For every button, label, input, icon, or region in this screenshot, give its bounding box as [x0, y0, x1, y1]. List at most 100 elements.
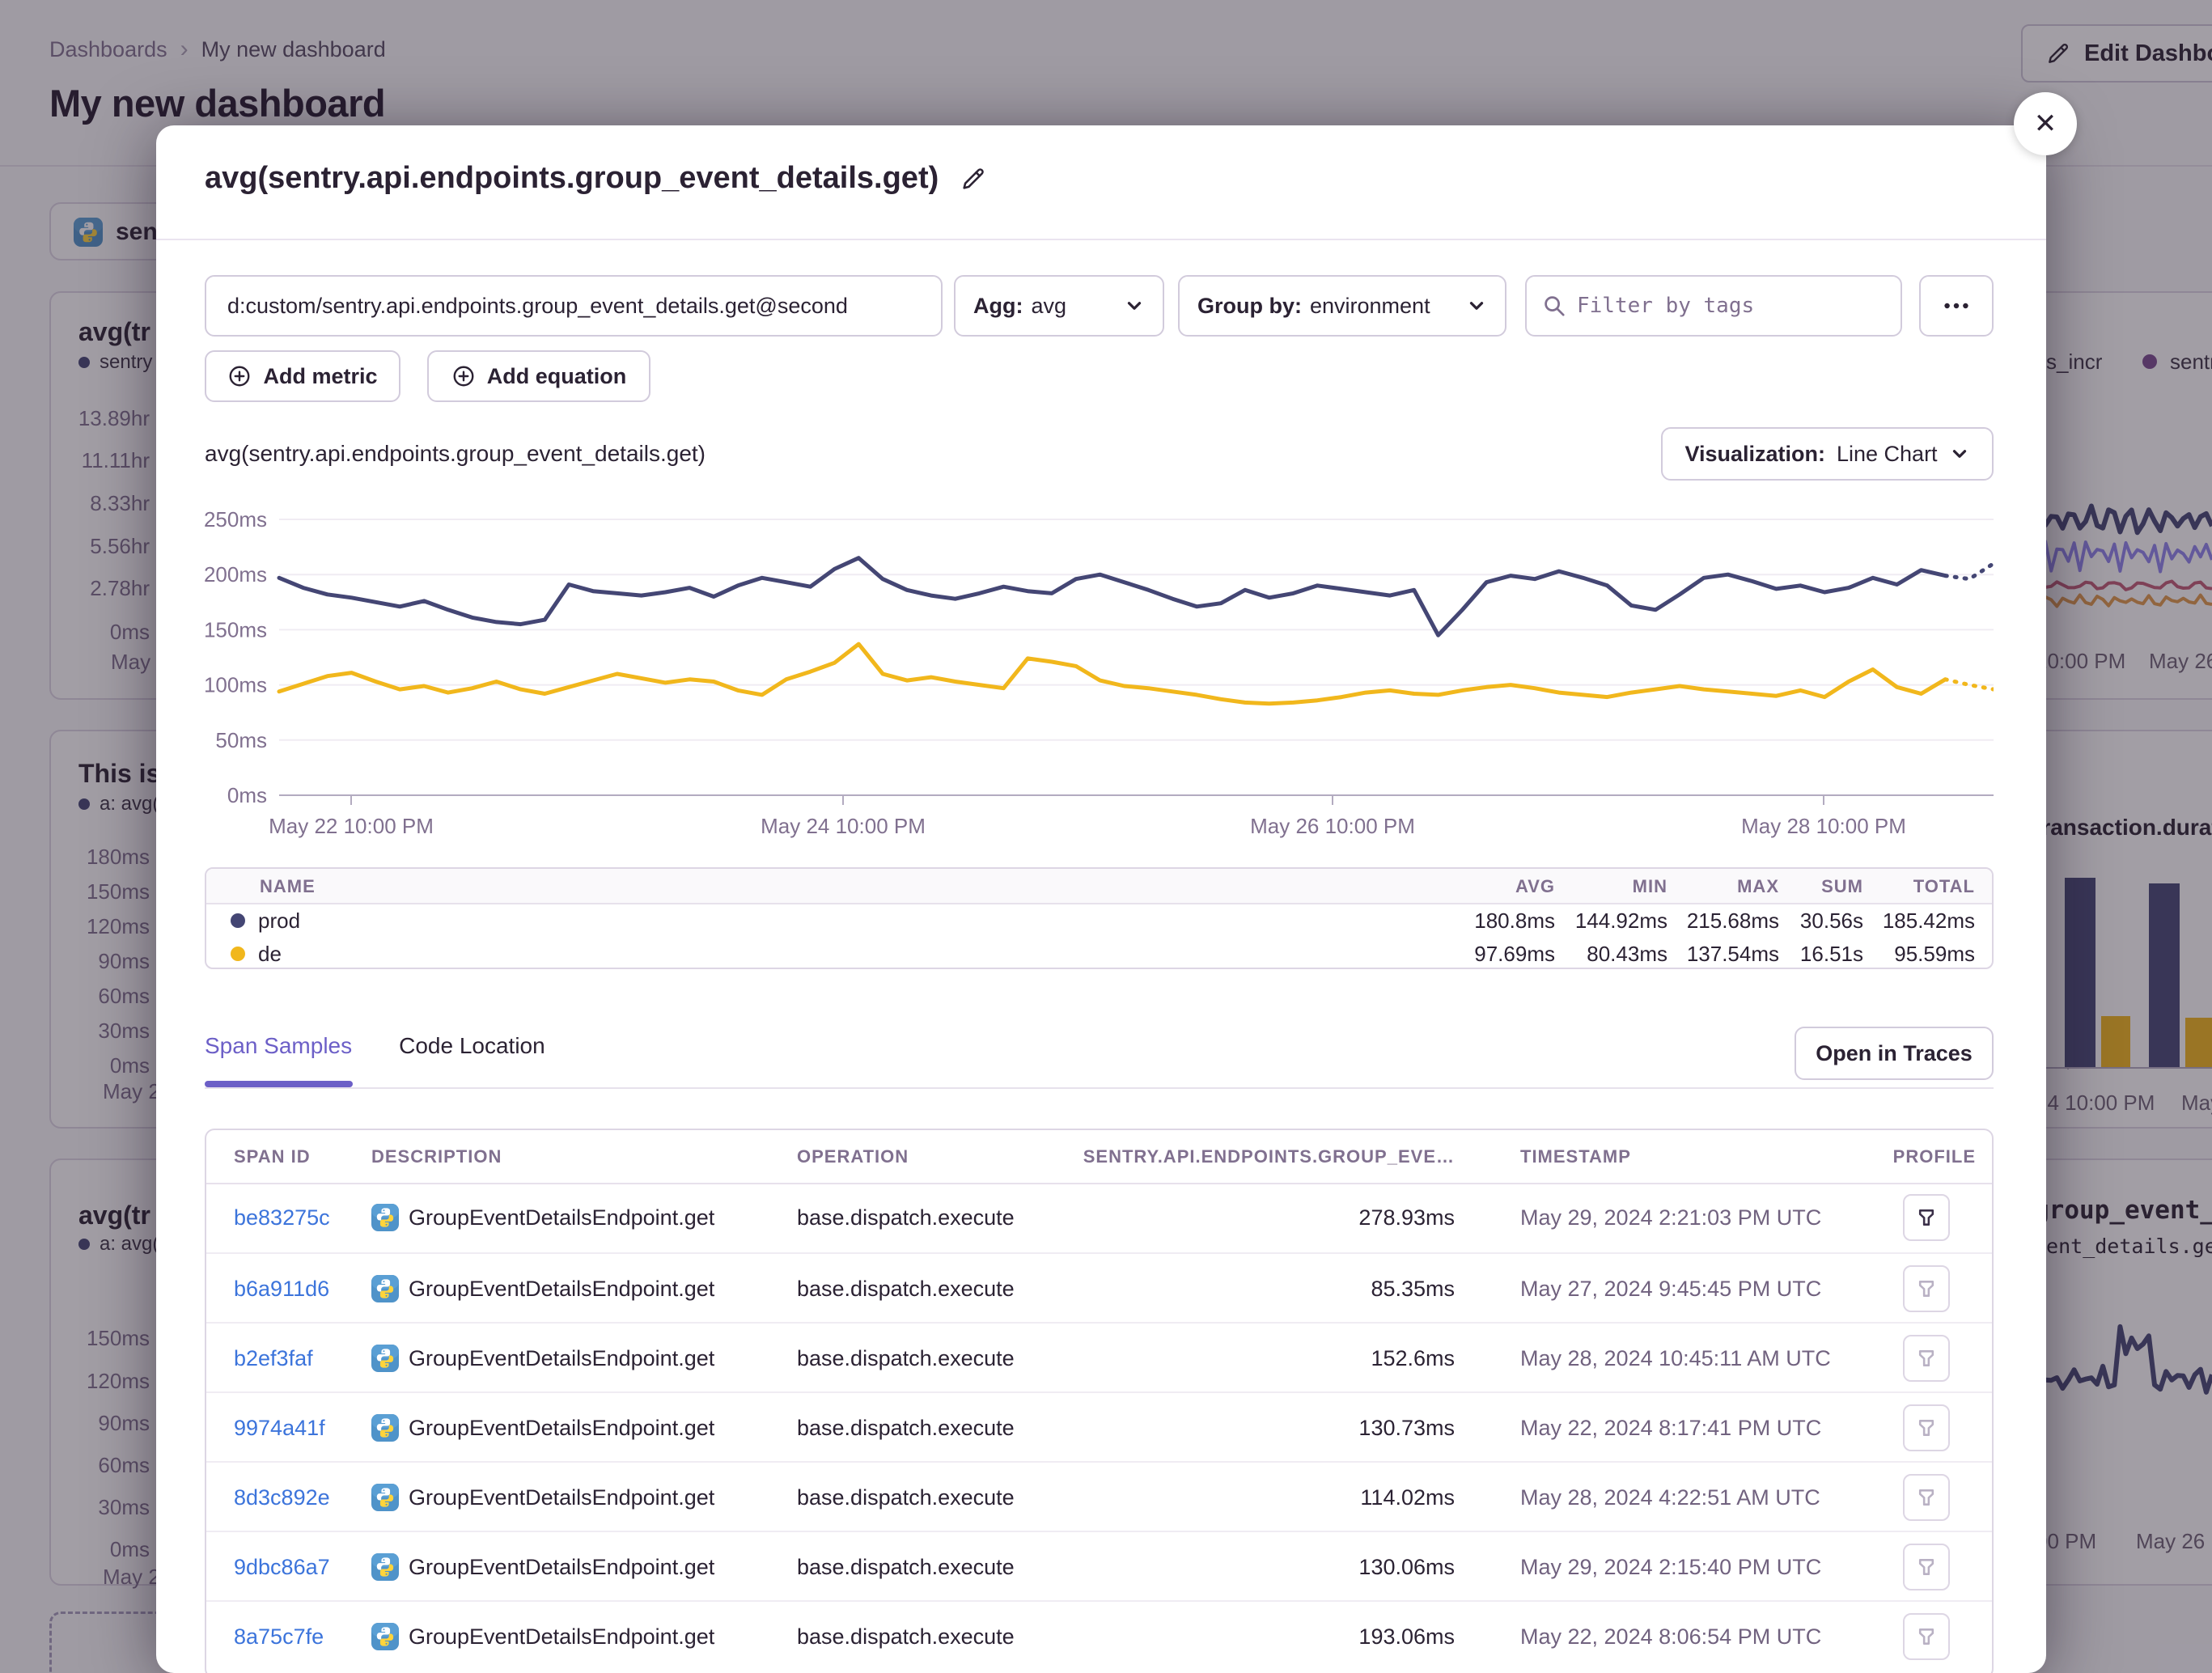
series-name: de — [258, 942, 282, 967]
y-axis-tick-label: 250ms — [205, 507, 267, 532]
span-duration-value: 85.35ms — [1371, 1277, 1455, 1302]
group-by-select[interactable]: Group by: environment — [1178, 275, 1506, 337]
samples-col-header: PROFILE — [1893, 1146, 1976, 1167]
group-by-label: Group by: — [1197, 294, 1302, 319]
plus-circle-icon — [451, 364, 476, 388]
span-operation: base.dispatch.execute — [797, 1624, 1015, 1650]
summary-col-name: NAME — [260, 876, 316, 897]
x-axis-tick-label: May 28 10:00 PM — [1741, 814, 1906, 838]
overflow-menu-button[interactable] — [1919, 275, 1994, 337]
python-icon — [371, 1275, 399, 1302]
metric-query-field[interactable]: d:custom/sentry.api.endpoints.group_even… — [205, 275, 943, 337]
span-operation: base.dispatch.execute — [797, 1485, 1015, 1510]
profile-button[interactable] — [1903, 1335, 1950, 1382]
span-sample-row: 8a75c7feGroupEventDetailsEndpoint.getbas… — [206, 1600, 1992, 1671]
python-icon — [371, 1414, 399, 1442]
span-sample-row: be83275c GroupEventDetailsEndpoint.get bas… — [206, 1183, 1992, 1252]
y-axis-tick-label: 100ms — [205, 673, 267, 697]
series-sum: 16.51s — [1800, 942, 1863, 967]
agg-value: avg — [1031, 294, 1066, 319]
span-id-link[interactable]: 8a75c7fe — [234, 1624, 324, 1650]
chevron-down-icon — [1466, 295, 1487, 316]
span-operation: base.dispatch.execute — [797, 1346, 1015, 1371]
summary-col-max: MAX — [1737, 876, 1779, 897]
samples-col-header: SENTRY.API.ENDPOINTS.GROUP_EVE… — [1083, 1146, 1455, 1167]
span-description: GroupEventDetailsEndpoint.get — [409, 1205, 714, 1230]
group-by-value: environment — [1310, 294, 1430, 319]
python-icon — [371, 1484, 399, 1511]
samples-col-header: TIMESTAMP — [1520, 1146, 1631, 1167]
tab-code-location[interactable]: Code Location — [399, 1033, 545, 1082]
series-min: 144.92ms — [1575, 909, 1667, 934]
filter-by-tags-input[interactable] — [1575, 293, 1886, 319]
span-duration-value: 193.06ms — [1358, 1624, 1455, 1650]
modal-title: avg(sentry.api.endpoints.group_event_det… — [205, 161, 939, 196]
span-timestamp: May 29, 2024 2:15:40 PM UTC — [1520, 1555, 1821, 1580]
series-color-dot — [231, 913, 245, 928]
samples-col-header: SPAN ID — [234, 1146, 311, 1167]
python-icon — [371, 1345, 399, 1372]
samples-col-header: DESCRIPTION — [371, 1146, 502, 1167]
span-samples-table: SPAN IDDESCRIPTIONOPERATIONSENTRY.API.EN… — [205, 1129, 1994, 1673]
span-duration-value: 114.02ms — [1360, 1485, 1455, 1510]
metric-line-chart: 0ms50ms100ms150ms200ms250msMay 22 10:00 … — [205, 498, 1994, 845]
span-id-link[interactable]: 8d3c892e — [234, 1485, 330, 1510]
profile-button[interactable] — [1903, 1613, 1950, 1660]
span-operation: base.dispatch.execute — [797, 1416, 1015, 1441]
chart-title: avg(sentry.api.endpoints.group_event_det… — [205, 441, 706, 467]
tab-bar: Span Samples Code Location — [205, 1033, 545, 1082]
tab-bar-divider — [205, 1087, 1994, 1089]
profile-button[interactable] — [1903, 1404, 1950, 1451]
profile-button[interactable] — [1903, 1265, 1950, 1312]
span-description: GroupEventDetailsEndpoint.get — [409, 1277, 714, 1302]
span-id-link[interactable]: 9dbc86a7 — [234, 1555, 330, 1580]
close-icon[interactable]: ✕ — [2014, 92, 2077, 155]
summary-col-avg: AVG — [1515, 876, 1555, 897]
visualization-select[interactable]: Visualization: Line Chart — [1661, 427, 1994, 481]
y-axis-tick-label: 150ms — [205, 617, 267, 642]
span-description: GroupEventDetailsEndpoint.get — [409, 1346, 714, 1371]
span-sample-row: b6a911d6GroupEventDetailsEndpoint.getbas… — [206, 1252, 1992, 1324]
span-timestamp: May 28, 2024 10:45:11 AM UTC — [1520, 1346, 1831, 1371]
edit-title-pencil-icon[interactable] — [960, 165, 987, 193]
samples-header-row: SPAN IDDESCRIPTIONOPERATIONSENTRY.API.EN… — [206, 1130, 1992, 1184]
span-id-link[interactable]: b2ef3faf — [234, 1346, 313, 1371]
aggregation-select[interactable]: Agg: avg — [954, 275, 1164, 337]
add-equation-button[interactable]: Add equation — [427, 350, 650, 402]
python-icon — [371, 1553, 399, 1581]
profile-button[interactable] — [1903, 1544, 1950, 1590]
span-id-link[interactable]: b6a911d6 — [234, 1277, 329, 1302]
span-description: GroupEventDetailsEndpoint.get — [409, 1416, 714, 1441]
span-operation: base.dispatch.execute — [797, 1555, 1015, 1580]
open-in-traces-button[interactable]: Open in Traces — [1795, 1027, 1994, 1080]
python-icon — [371, 1623, 399, 1650]
summary-row-prod: prod180.8ms144.92ms215.68ms30.56s185.42m… — [206, 903, 1992, 936]
span-id-link[interactable]: be83275c — [234, 1205, 330, 1230]
add-equation-label: Add equation — [487, 364, 626, 389]
visualization-label: Visualization: — [1684, 442, 1825, 467]
add-metric-label: Add metric — [263, 364, 377, 389]
profile-button[interactable] — [1903, 1194, 1950, 1241]
series-sum: 30.56s — [1800, 909, 1863, 934]
visualization-value: Line Chart — [1837, 442, 1938, 467]
y-axis-tick-label: 50ms — [215, 728, 267, 752]
y-axis-tick-label: 200ms — [205, 562, 267, 587]
agg-label: Agg: — [973, 294, 1023, 319]
summary-header-row: NAMEAVGMINMAXSUMTOTAL — [206, 869, 1992, 904]
span-description: GroupEventDetailsEndpoint.get — [409, 1555, 714, 1580]
series-color-dot — [231, 947, 245, 961]
modal-header: avg(sentry.api.endpoints.group_event_det… — [205, 161, 987, 196]
add-metric-button[interactable]: Add metric — [205, 350, 400, 402]
series-max: 215.68ms — [1687, 909, 1779, 934]
x-axis-tick-label: May 22 10:00 PM — [269, 814, 434, 838]
span-id-link[interactable]: 9974a41f — [234, 1416, 325, 1441]
span-operation: base.dispatch.execute — [797, 1205, 1015, 1230]
span-sample-row: 9974a41f GroupEventDetailsEndpoint.get bas… — [206, 1391, 1992, 1463]
series-name: prod — [258, 909, 300, 934]
tab-span-samples[interactable]: Span Samples — [205, 1033, 352, 1082]
filter-by-tags-field[interactable] — [1525, 275, 1902, 337]
x-axis-tick-label: May 26 10:00 PM — [1250, 814, 1415, 838]
chevron-down-icon — [1949, 443, 1970, 464]
profile-button[interactable] — [1903, 1474, 1950, 1521]
span-sample-row: b2ef3faf GroupEventDetailsEndpoint.get bas… — [206, 1322, 1992, 1393]
